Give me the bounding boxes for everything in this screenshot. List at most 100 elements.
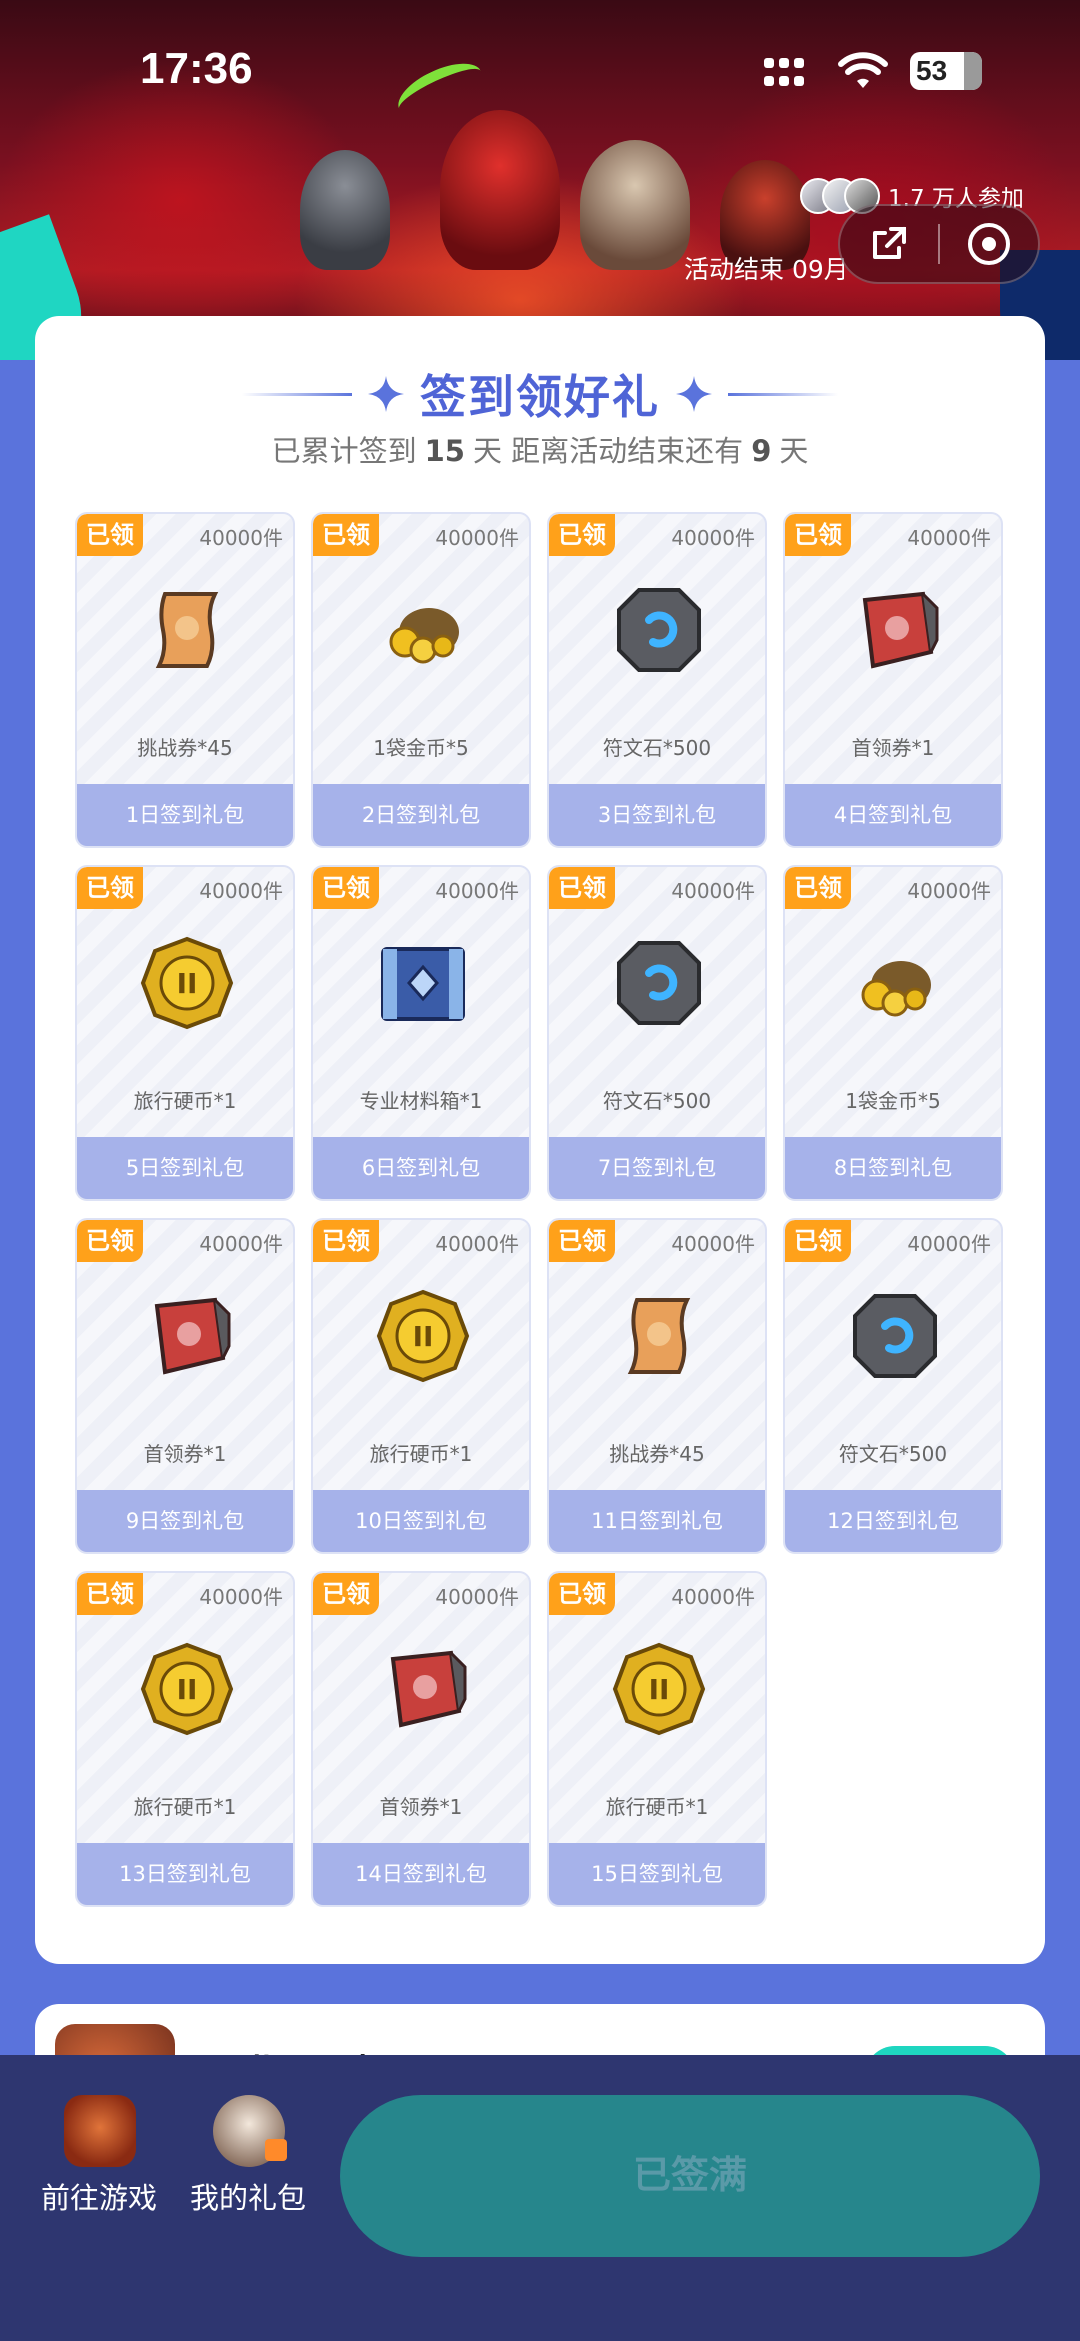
gift-stock: 40000件: [671, 1232, 755, 1256]
close-miniprogram-button[interactable]: [940, 204, 1038, 284]
gift-day-label: 12日签到礼包: [785, 1490, 1001, 1552]
gift-item-name: 符文石*500: [602, 736, 712, 760]
gift-card[interactable]: 已领 40000件 1袋金币*5 8日签到礼包: [783, 865, 1003, 1201]
gift-day-label: 13日签到礼包: [77, 1843, 293, 1905]
gold-bag-icon: [845, 933, 945, 1033]
sparkle-icon: [368, 376, 404, 412]
claimed-badge: 已领: [549, 514, 615, 556]
gift-card[interactable]: 已领 40000件 符文石*500 12日签到礼包: [783, 1218, 1003, 1554]
gift-item-name: 旅行硬币*1: [605, 1795, 709, 1819]
gift-day-label: 1日签到礼包: [77, 784, 293, 846]
gift-card[interactable]: 已领 40000件 1袋金币*5 2日签到礼包: [311, 512, 531, 848]
svg-text:II: II: [177, 967, 198, 1000]
claimed-badge: 已领: [785, 1220, 851, 1262]
gift-day-label: 3日签到礼包: [549, 784, 765, 846]
wifi-icon: [838, 52, 888, 88]
mini-program-capsule: [838, 204, 1040, 284]
gift-stock: 40000件: [671, 1585, 755, 1609]
claimed-badge: 已领: [549, 1573, 615, 1615]
gift-day-label: 4日签到礼包: [785, 784, 1001, 846]
gift-stock: 40000件: [199, 1232, 283, 1256]
summary-suffix: 天: [779, 434, 809, 468]
cellular-signal-icon: [764, 58, 810, 88]
gift-card[interactable]: 已领 40000件 首领券*1 9日签到礼包: [75, 1218, 295, 1554]
gift-day-label: 10日签到礼包: [313, 1490, 529, 1552]
share-icon: [873, 227, 906, 259]
travel-coin-icon: II: [137, 933, 237, 1033]
gift-card[interactable]: 已领 40000件 首领券*1 14日签到礼包: [311, 1571, 531, 1907]
checkin-title: 签到领好礼: [420, 370, 660, 424]
gift-item-name: 挑战券*45: [609, 1442, 705, 1466]
gift-card[interactable]: 已领 40000件 II 旅行硬币*1 10日签到礼包: [311, 1218, 531, 1554]
battery-level: 53: [916, 55, 948, 86]
gift-item-name: 符文石*500: [838, 1442, 948, 1466]
gift-card[interactable]: 已领 40000件 挑战券*45 1日签到礼包: [75, 512, 295, 848]
scroll-icon: [609, 1286, 709, 1386]
checkin-summary: 已累计签到 15 天 距离活动结束还有 9 天: [35, 428, 1045, 470]
target-icon: [967, 223, 1010, 265]
claimed-badge: 已领: [77, 1573, 143, 1615]
claimed-badge: 已领: [785, 867, 851, 909]
activity-end-text: 活动结束 09月: [684, 255, 844, 284]
svg-text:II: II: [413, 1320, 434, 1353]
gift-stock: 40000件: [435, 526, 519, 550]
gift-day-label: 2日签到礼包: [313, 784, 529, 846]
gift-card[interactable]: 已领 40000件 II 旅行硬币*1 5日签到礼包: [75, 865, 295, 1201]
gift-item-name: 1袋金币*5: [373, 736, 469, 760]
my-gifts-button[interactable]: 我的礼包: [173, 2095, 323, 2235]
gift-item-name: 1袋金币*5: [845, 1089, 941, 1113]
boss-ticket-icon: [137, 1286, 237, 1386]
gift-stock: 40000件: [435, 1585, 519, 1609]
go-to-game-label: 前往游戏: [40, 2181, 157, 2215]
summary-mid: 天 距离活动结束还有: [472, 434, 744, 468]
gift-item-name: 首领券*1: [851, 736, 935, 760]
gift-stock: 40000件: [435, 879, 519, 903]
title-divider: [728, 392, 838, 396]
claimed-badge: 已领: [549, 1220, 615, 1262]
gift-card[interactable]: 已领 40000件 II 旅行硬币*1 15日签到礼包: [547, 1571, 767, 1907]
scythe-decoration: [390, 52, 490, 128]
gift-item-name: 旅行硬币*1: [369, 1442, 473, 1466]
claimed-badge: 已领: [313, 867, 379, 909]
claimed-badge: 已领: [549, 867, 615, 909]
gift-stock: 40000件: [907, 879, 991, 903]
gift-item-name: 符文石*500: [602, 1089, 712, 1113]
boss-ticket-icon: [373, 1639, 473, 1739]
signed-full-button[interactable]: 已签满: [340, 2095, 1040, 2257]
gift-item-name: 首领券*1: [379, 1795, 463, 1819]
gift-card[interactable]: 已领 40000件 专业材料箱*1 6日签到礼包: [311, 865, 531, 1201]
go-to-game-button[interactable]: 前往游戏: [24, 2095, 174, 2235]
gift-card[interactable]: 已领 40000件 II 旅行硬币*1 13日签到礼包: [75, 1571, 295, 1907]
title-divider: [242, 392, 352, 396]
gift-stock: 40000件: [671, 879, 755, 903]
status-time: 17:36: [140, 44, 253, 93]
scroll-icon: [137, 580, 237, 680]
gift-day-label: 14日签到礼包: [313, 1843, 529, 1905]
checkin-card: 签到领好礼 已累计签到 15 天 距离活动结束还有 9 天 已领 40000件 挑战券*45…: [35, 316, 1045, 1964]
material-chest-icon: [373, 933, 473, 1033]
share-button[interactable]: [840, 204, 938, 284]
gift-day-label: 8日签到礼包: [785, 1137, 1001, 1199]
gift-item-name: 旅行硬币*1: [133, 1795, 237, 1819]
travel-coin-icon: II: [373, 1286, 473, 1386]
gift-day-label: 6日签到礼包: [313, 1137, 529, 1199]
hero-knight: [300, 150, 390, 270]
gift-stock: 40000件: [199, 1585, 283, 1609]
checkin-title-row: 签到领好礼: [35, 362, 1045, 426]
boss-ticket-icon: [845, 580, 945, 680]
game-icon: [64, 2095, 136, 2167]
hero-minotaur: [580, 140, 690, 270]
gift-card[interactable]: 已领 40000件 挑战券*45 11日签到礼包: [547, 1218, 767, 1554]
hero-demon: [440, 110, 560, 270]
gift-card[interactable]: 已领 40000件 符文石*500 3日签到礼包: [547, 512, 767, 848]
gift-day-label: 5日签到礼包: [77, 1137, 293, 1199]
gift-stock: 40000件: [907, 526, 991, 550]
gift-stock: 40000件: [199, 879, 283, 903]
gift-card[interactable]: 已领 40000件 符文石*500 7日签到礼包: [547, 865, 767, 1201]
gift-day-label: 15日签到礼包: [549, 1843, 765, 1905]
days-signed: 15: [424, 434, 465, 468]
gift-stock: 40000件: [435, 1232, 519, 1256]
gift-stock: 40000件: [199, 526, 283, 550]
gift-card[interactable]: 已领 40000件 首领券*1 4日签到礼包: [783, 512, 1003, 848]
gold-bag-icon: [373, 580, 473, 680]
